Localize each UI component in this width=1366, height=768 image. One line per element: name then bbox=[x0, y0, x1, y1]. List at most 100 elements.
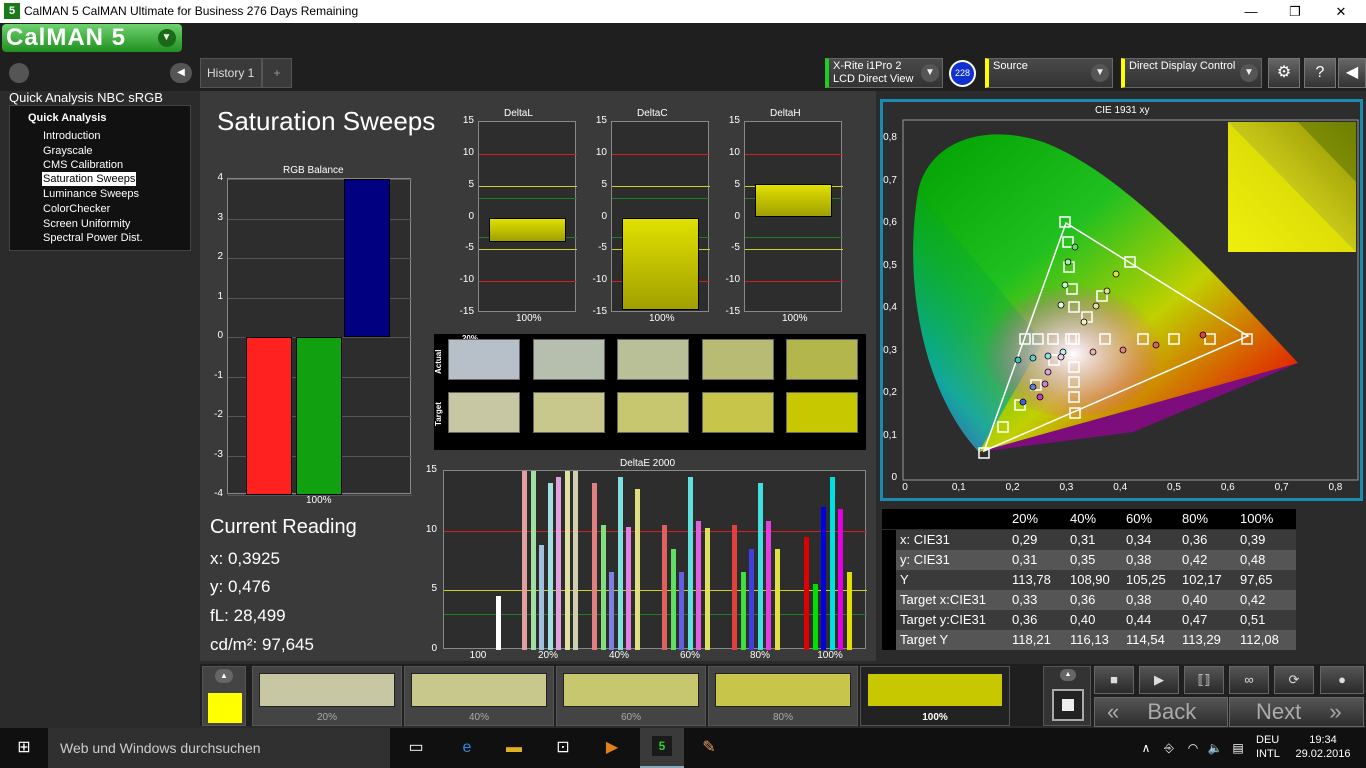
next-label: Next bbox=[1256, 699, 1302, 724]
volume-icon[interactable]: 🔈 bbox=[1203, 736, 1227, 760]
tree-item-screen-uniformity[interactable]: Screen Uniformity bbox=[42, 217, 131, 231]
add-tab-button[interactable]: + bbox=[262, 58, 292, 88]
cie-plot bbox=[902, 119, 1359, 481]
tree-item-cms-calibration[interactable]: CMS Calibration bbox=[42, 158, 124, 172]
delta-e-x-label: 40% bbox=[608, 650, 629, 661]
delta-c-title: DeltaC bbox=[637, 108, 668, 119]
tab-history-1[interactable]: History 1 bbox=[200, 58, 262, 88]
tree-item-luminance-sweeps[interactable]: Luminance Sweeps bbox=[42, 187, 140, 201]
tree-item-grayscale[interactable]: Grayscale bbox=[42, 144, 94, 158]
delta-e-bar bbox=[774, 548, 780, 650]
paint-icon[interactable]: ✎ bbox=[697, 736, 721, 760]
title-bar: 5 CalMAN 5 CalMAN Ultimate for Business … bbox=[0, 0, 1366, 23]
cie-x-tick: 0,4 bbox=[1113, 482, 1128, 493]
file-explorer-icon[interactable]: ▬ bbox=[502, 736, 526, 760]
rgb-y-tick: 0 bbox=[217, 330, 223, 341]
tree-group-quick-analysis[interactable]: Quick Analysis bbox=[28, 112, 106, 124]
media-icon[interactable]: ▶ bbox=[600, 736, 624, 760]
cie-y-tick: 0,8 bbox=[883, 132, 897, 143]
patch-60%[interactable]: 60% bbox=[556, 666, 706, 726]
calman-taskbar-button[interactable]: 5 bbox=[640, 728, 684, 768]
cie-x-tick: 0,8 bbox=[1328, 482, 1343, 493]
table-cell: 0,31 bbox=[1012, 552, 1038, 567]
stop-icon[interactable]: ■ bbox=[1094, 666, 1134, 694]
store-icon[interactable]: ⊡ bbox=[551, 736, 575, 760]
table-cell: 108,90 bbox=[1070, 572, 1110, 587]
cie-y-tick: 0,6 bbox=[883, 217, 897, 228]
delta-e-x-label: 100% bbox=[817, 650, 843, 661]
delta-y-tick: 0 bbox=[468, 210, 474, 222]
tolerance-line bbox=[612, 153, 710, 155]
actual-row-label: Actual bbox=[434, 349, 443, 374]
network-icon[interactable]: ⎆ bbox=[1157, 736, 1181, 760]
delta-e-bar bbox=[757, 482, 763, 650]
display-selector[interactable]: Direct Display Control ▼ bbox=[1121, 58, 1262, 88]
delta-e-x-label: 20% bbox=[537, 650, 558, 661]
measure-range-icon[interactable]: ⟦⟧ bbox=[1184, 666, 1224, 694]
tree-item-saturation-sweeps[interactable]: Saturation Sweeps bbox=[42, 172, 137, 186]
close-button[interactable]: ✕ bbox=[1318, 2, 1364, 21]
chevron-down-icon: ▼ bbox=[921, 64, 939, 82]
input-language[interactable]: DEU INTL bbox=[1256, 733, 1280, 761]
maximize-button[interactable]: ❐ bbox=[1272, 2, 1318, 21]
patch-40%[interactable]: 40% bbox=[404, 666, 554, 726]
chevron-up-icon[interactable]: ∧ bbox=[1134, 736, 1158, 760]
logo-text: CalMAN 5 bbox=[6, 24, 127, 51]
next-button[interactable]: Next » bbox=[1229, 697, 1364, 727]
delta-y-tick: 15 bbox=[595, 115, 607, 126]
collapse-right-icon[interactable]: ◀ bbox=[1338, 58, 1366, 88]
delta-y-tick: 10 bbox=[462, 146, 474, 158]
patch-20%[interactable]: 20% bbox=[252, 666, 402, 726]
table-row: Target x:CIE31 0,33 0,36 0,38 0,40 0,42 bbox=[896, 590, 1296, 610]
refresh-icon[interactable]: ⟳ bbox=[1274, 666, 1314, 694]
table-cell: 0,36 bbox=[1182, 532, 1208, 547]
current-patch[interactable]: ▲ bbox=[202, 666, 246, 726]
chevron-down-icon: ▼ bbox=[1240, 64, 1258, 82]
patch-color bbox=[259, 673, 395, 707]
calman-logo-menu[interactable]: CalMAN 5 ▼ bbox=[2, 24, 182, 52]
meter-selector[interactable]: X-Rite i1Pro 2 LCD Direct View ▼ bbox=[825, 58, 943, 88]
actual-swatch bbox=[786, 339, 858, 380]
help-icon[interactable]: ? bbox=[1304, 58, 1336, 88]
chevron-up-icon[interactable]: ▲ bbox=[1060, 669, 1076, 681]
table-header-cell: 100% bbox=[1240, 511, 1274, 526]
search-box[interactable]: Web und Windows durchsuchen bbox=[48, 728, 390, 768]
wifi-icon[interactable]: ◠ bbox=[1181, 736, 1205, 760]
workflow-options-icon[interactable] bbox=[9, 63, 29, 83]
patch-80%[interactable]: 80% bbox=[708, 666, 858, 726]
stop-button[interactable] bbox=[1052, 689, 1084, 721]
delta-e-bar bbox=[556, 476, 561, 650]
tree-item-introduction[interactable]: Introduction bbox=[42, 129, 101, 143]
table-cell: 0,34 bbox=[1126, 532, 1152, 547]
chevron-up-icon[interactable]: ▲ bbox=[215, 669, 233, 683]
windows-start-icon[interactable]: ⊞ bbox=[12, 736, 36, 760]
gear-icon[interactable]: ⚙ bbox=[1268, 58, 1300, 88]
patch-100%[interactable]: 100% bbox=[860, 666, 1010, 726]
cie-y-tick: 0,5 bbox=[883, 259, 897, 271]
continuous-icon[interactable]: ∞ bbox=[1229, 666, 1269, 694]
meter-badge[interactable]: 228 bbox=[949, 60, 976, 87]
tree-item-colorchecker[interactable]: ColorChecker bbox=[42, 202, 111, 216]
tree-item-spectral-power[interactable]: Spectral Power Dist. bbox=[42, 231, 144, 245]
patch-label: 80% bbox=[772, 712, 793, 723]
dl-bar bbox=[489, 217, 566, 242]
cie-1931-chart: CIE 1931 xy 0,8 0,7 0,6 0,5 0,4 0,3 0,2 … bbox=[880, 99, 1363, 501]
minimize-button[interactable]: — bbox=[1228, 2, 1274, 21]
task-view-icon[interactable]: ▭ bbox=[404, 736, 428, 760]
delta-e-bar bbox=[530, 471, 536, 650]
actual-swatch bbox=[617, 339, 689, 380]
notification-icon[interactable]: ▤ bbox=[1226, 736, 1250, 760]
collapse-left-icon[interactable]: ◀ bbox=[170, 63, 192, 83]
clock[interactable]: 19:34 29.02.2016 bbox=[1294, 733, 1352, 761]
color-swatch-comparison: Actual Target 20%40%60%80%100% bbox=[434, 334, 866, 450]
record-icon[interactable]: ● bbox=[1320, 666, 1364, 694]
delta-y-tick: 15 bbox=[728, 115, 740, 126]
play-icon[interactable]: ▶ bbox=[1139, 666, 1179, 694]
cie-x-tick: 0,6 bbox=[1220, 482, 1235, 493]
delta-y-tick: -5 bbox=[731, 242, 740, 254]
delta-e-y-tick: 5 bbox=[431, 583, 437, 595]
edge-icon[interactable]: e bbox=[455, 736, 479, 760]
source-selector[interactable]: Source ▼ bbox=[985, 58, 1113, 88]
table-header-cell: 20% bbox=[1012, 511, 1039, 526]
back-button[interactable]: « Back bbox=[1094, 697, 1228, 727]
